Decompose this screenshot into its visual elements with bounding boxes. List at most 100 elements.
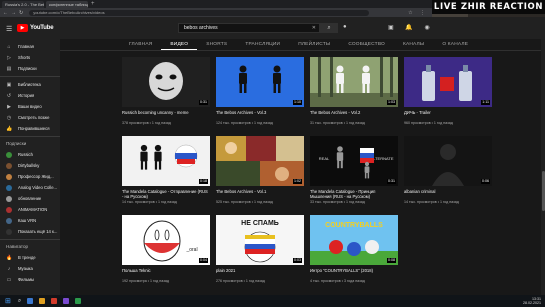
sidebar-item[interactable]: ⌂ Главная <box>0 41 60 52</box>
youtube-play-icon: ▶ <box>17 24 28 32</box>
steam-icon[interactable] <box>75 298 82 304</box>
video-title[interactable]: Интро "COUNTRYBALLS" (2018) <box>310 268 398 273</box>
music-icon: ♪ <box>7 265 11 272</box>
video-card[interactable]: 0:06 albanian criminal 14 тыс. просмотров … <box>404 136 492 210</box>
subscription-item[interactable]: Analog Video Colle... <box>0 182 60 193</box>
video-card[interactable]: 1:11 ДИЧЬ - Trailer 960 просмотров • 1 год… <box>404 57 492 131</box>
video-thumbnail-art: НЕ СПАМЬ <box>216 215 304 265</box>
sidebar-item[interactable]: ♪ Музыка <box>0 263 60 274</box>
sidebar-item[interactable]: ↺ История <box>0 90 60 101</box>
clear-search-icon[interactable]: ✕ <box>312 24 316 32</box>
video-title[interactable]: The Mandela Catalogue - Отправление (RUS… <box>122 189 210 199</box>
video-meta: 4 тыс. просмотров • 3 года назад <box>310 279 365 283</box>
video-title[interactable]: The Bebos Archives - Vol.1 <box>216 189 304 194</box>
video-card[interactable]: 0:31 Russich becoming uncanny - meme 378 п… <box>122 57 210 131</box>
video-title[interactable]: The Mandela Catalogue - Принцип Мышления… <box>310 189 398 199</box>
url-field[interactable]: youtube.com/c/TheBeboArchives/videos <box>29 9 370 16</box>
extension-icons[interactable]: ☆ ⋮ <box>408 10 428 16</box>
sidebar-item[interactable]: ▶ Ваши видео <box>0 101 60 112</box>
subscription-item[interactable]: ANIMAMATION <box>0 204 60 215</box>
system-clock[interactable]: 13:31 28.02.2021 <box>523 297 541 305</box>
chrome-icon[interactable] <box>51 298 58 304</box>
video-title[interactable]: Russich becoming uncanny - meme <box>122 110 210 115</box>
video-card[interactable]: 1:02 The Bebos Archives - Vol.1 525 тыс. п… <box>216 136 304 210</box>
video-title[interactable]: albanian criminal <box>404 189 492 194</box>
subscription-item[interactable]: Профессор Жид... <box>0 171 60 182</box>
browser-tab[interactable]: Russia's 2.0 - The Bebo× <box>2 1 44 8</box>
video-card[interactable]: 0:18 The Mandela Catalogue - Отправление … <box>122 136 210 210</box>
subscription-item[interactable]: Dirtyballsky <box>0 160 60 171</box>
taskbar-search-icon[interactable]: ⌕ <box>18 298 21 305</box>
menu-icon[interactable]: ☰ <box>6 25 12 33</box>
video-thumbnail[interactable]: 1:11 <box>404 57 492 107</box>
video-card[interactable]: REAL ALTERNATE 0:31 The Mandela Catalogue -… <box>310 136 398 210</box>
video-title[interactable]: Польша Teknic <box>122 268 210 273</box>
new-tab-button[interactable]: + <box>91 1 95 8</box>
video-thumbnail[interactable]: 1:10 <box>216 57 304 107</box>
video-thumbnail[interactable]: REAL ALTERNATE 0:31 <box>310 136 398 186</box>
video-thumbnail[interactable]: НЕ СПАМЬ 0:03 <box>216 215 304 265</box>
forward-icon[interactable]: → <box>11 10 16 16</box>
video-thumbnail[interactable]: 1:02 <box>216 136 304 186</box>
video-thumbnail[interactable]: 0:18 <box>122 136 210 186</box>
divider <box>0 136 60 137</box>
folder-icon[interactable] <box>39 298 46 304</box>
video-duration: 0:31 <box>199 100 208 105</box>
channel-tab[interactable]: ГЛАВНАЯ <box>120 39 161 50</box>
video-thumbnail-art <box>216 57 304 107</box>
video-duration: 0:06 <box>481 179 490 184</box>
subscriptions-icon: ▤ <box>6 65 12 72</box>
sidebar-item[interactable]: ▷ Shorts <box>0 52 60 63</box>
channel-tab[interactable]: SHORTS <box>197 39 236 50</box>
video-title[interactable]: ДИЧЬ - Trailer <box>404 110 492 115</box>
history-icon: ↺ <box>6 92 12 99</box>
back-icon[interactable]: ← <box>3 10 8 16</box>
sidebar-item[interactable]: 👍 Понравившиеся <box>0 123 60 134</box>
channel-tab[interactable]: ПЛЕЙЛИСТЫ <box>289 39 339 50</box>
video-card[interactable]: НЕ СПАМЬ 0:03 plain 2021 276 просмотров • 1… <box>216 215 304 289</box>
channel-tab[interactable]: О КАНАЛЕ <box>433 39 477 50</box>
channel-tab[interactable]: ВИДЕО <box>161 39 198 50</box>
video-thumbnail[interactable]: _oral 0:04 <box>122 215 210 265</box>
discord-icon[interactable] <box>63 298 70 304</box>
library-icon: ▣ <box>6 81 12 88</box>
video-meta: 33 тыс. просмотров • 1 год назад <box>310 200 365 204</box>
explorer-icon[interactable] <box>27 298 34 304</box>
video-thumbnail[interactable]: COUNTRYBALLS 0:08 <box>310 215 398 265</box>
channel-avatar <box>6 184 12 191</box>
video-thumbnail-art <box>122 57 210 107</box>
sidebar-item[interactable]: ▤ Подписки <box>0 63 60 74</box>
video-thumbnail[interactable]: 0:06 <box>404 136 492 186</box>
browser-tab[interactable]: конфигенные таблицы - Google× <box>46 1 88 8</box>
video-title[interactable]: plain 2021 <box>216 268 304 273</box>
subscription-item[interactable]: обновление <box>0 193 60 204</box>
video-card[interactable]: 1:10 The Bebos Archives - Vol.3 124 тыс. п… <box>216 57 304 131</box>
channel-tab[interactable]: СООБЩЕСТВО <box>339 39 394 50</box>
sidebar-item[interactable]: ◷ Смотреть позже <box>0 112 60 123</box>
sidebar-item[interactable]: 🔥 В тренде <box>0 252 60 263</box>
subscription-item[interactable]: Russich <box>0 149 60 160</box>
header-action-icons[interactable]: ▣ 🔔 ◉ <box>388 24 435 31</box>
scrollbar[interactable] <box>541 39 545 295</box>
video-card[interactable]: COUNTRYBALLS 0:08 Интро "COUNTRYBALLS" (20… <box>310 215 398 289</box>
search-button[interactable]: ⌕ <box>320 23 338 33</box>
video-thumbnail[interactable]: 0:31 <box>122 57 210 107</box>
channel-avatar <box>6 228 12 235</box>
youtube-logo[interactable]: ▶ YouTube <box>17 24 54 32</box>
channel-tab[interactable]: ТРАНСЛЯЦИИ <box>236 39 289 50</box>
subscription-item[interactable]: Показать ещё 14 к... <box>0 226 60 237</box>
sidebar-item[interactable]: ▭ Фильмы <box>0 274 60 285</box>
search-input[interactable]: bebos archives ✕ <box>178 23 320 33</box>
video-card[interactable]: _oral 0:04 Польша Teknic 192 просмотра • 1 … <box>122 215 210 289</box>
video-card[interactable]: 1:03 The Bebos Archives - Vol.2 31 тыс. пр… <box>310 57 398 131</box>
subscription-item[interactable]: Каш VRN <box>0 215 60 226</box>
video-thumbnail[interactable]: 1:03 <box>310 57 398 107</box>
video-title[interactable]: The Bebos Archives - Vol.3 <box>216 110 304 115</box>
video-title[interactable]: The Bebos Archives - Vol.2 <box>310 110 398 115</box>
reload-icon[interactable]: ↻ <box>19 10 23 16</box>
channel-tab[interactable]: КАНАЛЫ <box>394 39 433 50</box>
windows-start-icon[interactable]: ⊞ <box>5 297 11 305</box>
sidebar-item[interactable]: ▣ Библиотека <box>0 79 60 90</box>
microphone-icon[interactable]: ● <box>343 24 347 30</box>
liked-icon: 👍 <box>6 125 13 132</box>
